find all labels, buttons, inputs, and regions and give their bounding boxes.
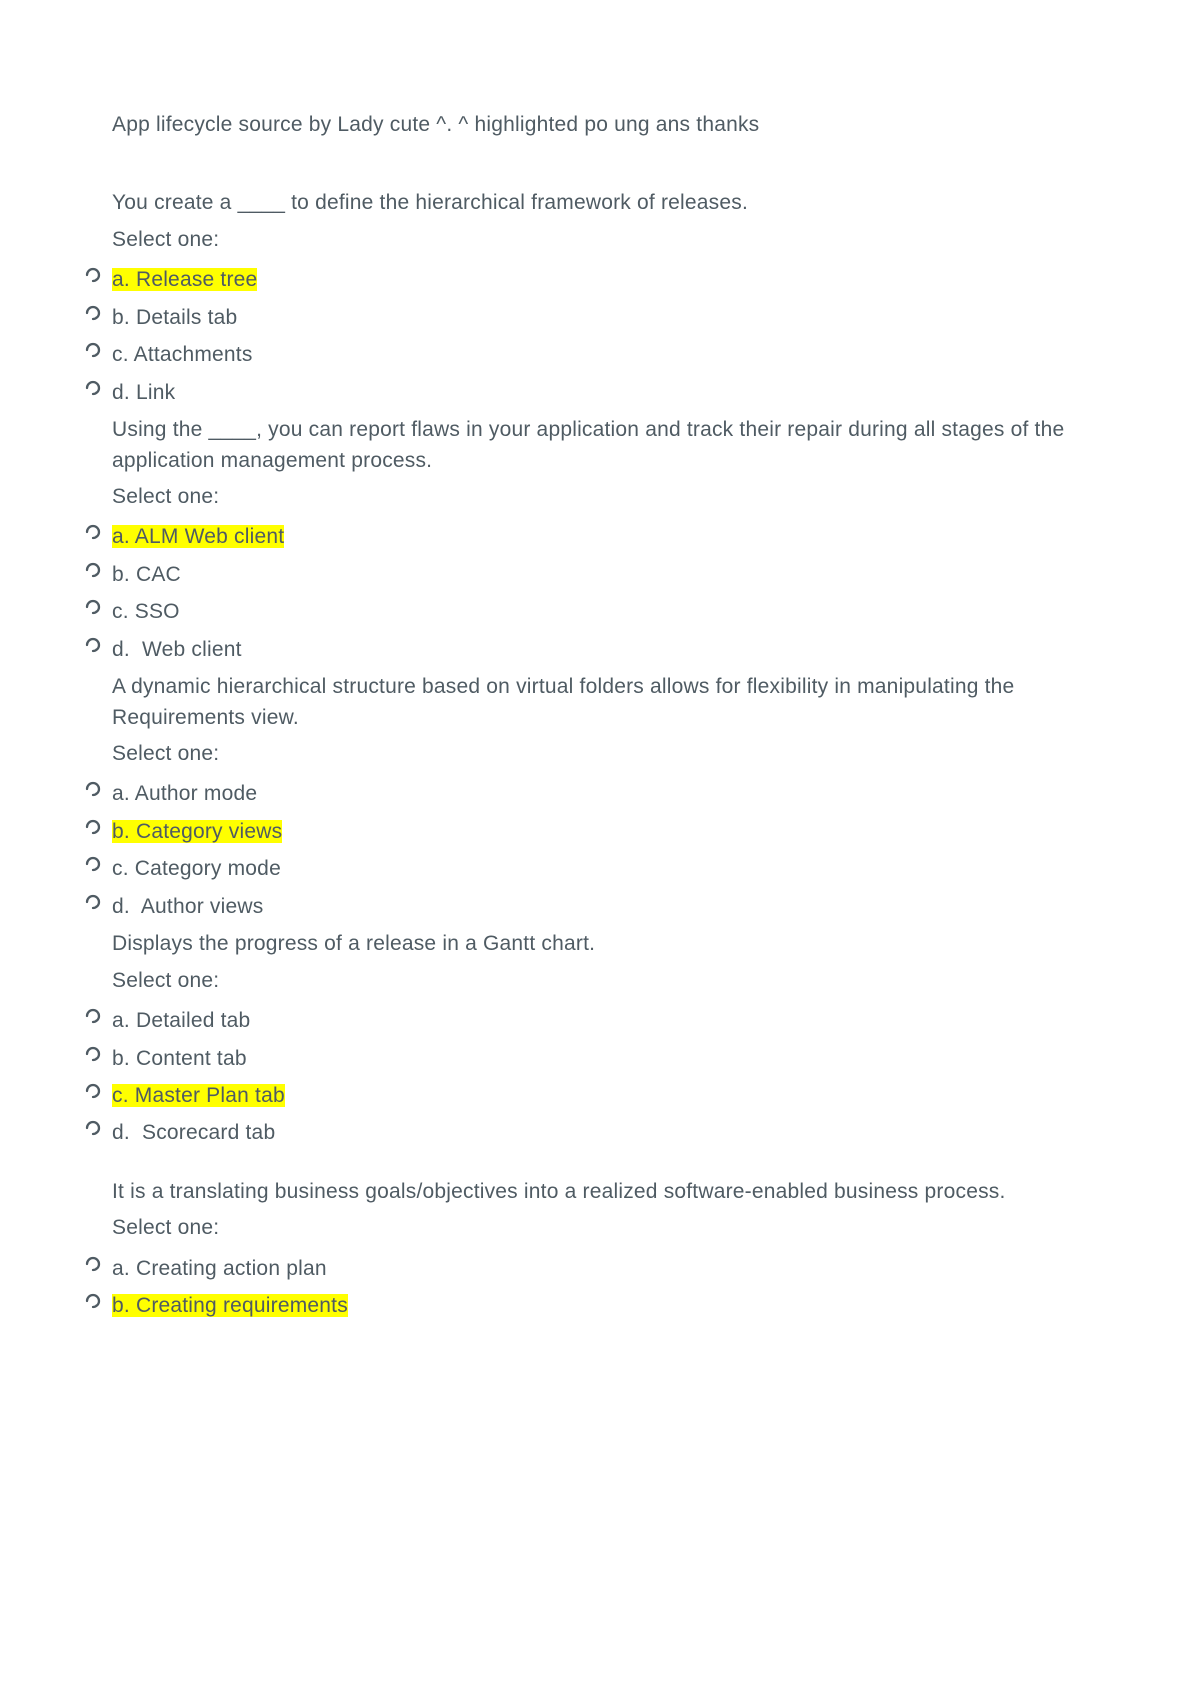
option-label: c. Category mode	[112, 854, 281, 884]
option-label: a. Creating action plan	[112, 1254, 327, 1284]
radio-icon	[85, 781, 101, 797]
radio-icon	[85, 894, 101, 910]
q4-option-d[interactable]: d. Scorecard tab	[85, 1118, 1100, 1148]
option-label: b. Creating requirements	[112, 1291, 348, 1321]
q2-option-c[interactable]: c. SSO	[85, 597, 1100, 627]
q5-option-b[interactable]: b. Creating requirements	[85, 1291, 1100, 1321]
document-title: App lifecycle source by Lady cute ^. ^ h…	[112, 110, 1100, 140]
q1-option-c[interactable]: c. Attachments	[85, 340, 1100, 370]
question-1-text: You create a ____ to define the hierarch…	[112, 188, 1100, 218]
select-one-label: Select one:	[112, 482, 1100, 512]
option-label: d. Author views	[112, 892, 263, 922]
q5-option-a[interactable]: a. Creating action plan	[85, 1254, 1100, 1284]
radio-icon	[85, 1008, 101, 1024]
radio-icon	[85, 1293, 101, 1309]
radio-icon	[85, 1256, 101, 1272]
q3-option-c[interactable]: c. Category mode	[85, 854, 1100, 884]
radio-icon	[85, 856, 101, 872]
q2-option-a[interactable]: a. ALM Web client	[85, 522, 1100, 552]
option-label: c. Attachments	[112, 340, 253, 370]
select-one-label: Select one:	[112, 225, 1100, 255]
q2-option-b[interactable]: b. CAC	[85, 560, 1100, 590]
radio-icon	[85, 1046, 101, 1062]
option-label: d. Scorecard tab	[112, 1118, 275, 1148]
select-one-label: Select one:	[112, 1213, 1100, 1243]
option-label: a. Detailed tab	[112, 1006, 250, 1036]
q4-option-c[interactable]: c. Master Plan tab	[85, 1081, 1100, 1111]
option-label: b. Category views	[112, 817, 282, 847]
radio-icon	[85, 342, 101, 358]
select-one-label: Select one:	[112, 966, 1100, 996]
question-2-text: Using the ____, you can report flaws in …	[112, 415, 1100, 476]
radio-icon	[85, 599, 101, 615]
option-label: a. Author mode	[112, 779, 257, 809]
q1-option-a[interactable]: a. Release tree	[85, 265, 1100, 295]
document-page: App lifecycle source by Lady cute ^. ^ h…	[0, 0, 1200, 1389]
option-label: b. Content tab	[112, 1044, 247, 1074]
option-label: a. ALM Web client	[112, 522, 284, 552]
radio-icon	[85, 819, 101, 835]
radio-icon	[85, 562, 101, 578]
select-one-label: Select one:	[112, 739, 1100, 769]
q3-option-a[interactable]: a. Author mode	[85, 779, 1100, 809]
option-label: c. Master Plan tab	[112, 1081, 285, 1111]
option-label: b. Details tab	[112, 303, 237, 333]
radio-icon	[85, 267, 101, 283]
radio-icon	[85, 380, 101, 396]
radio-icon	[85, 1083, 101, 1099]
option-label: d. Web client	[112, 635, 242, 665]
option-label: a. Release tree	[112, 265, 257, 295]
option-label: d. Link	[112, 378, 175, 408]
radio-icon	[85, 305, 101, 321]
q1-option-d[interactable]: d. Link	[85, 378, 1100, 408]
question-4-text: Displays the progress of a release in a …	[112, 929, 1100, 959]
q4-option-b[interactable]: b. Content tab	[85, 1044, 1100, 1074]
radio-icon	[85, 1120, 101, 1136]
option-label: c. SSO	[112, 597, 180, 627]
q3-option-b[interactable]: b. Category views	[85, 817, 1100, 847]
question-3-text: A dynamic hierarchical structure based o…	[112, 672, 1100, 733]
radio-icon	[85, 524, 101, 540]
q1-option-b[interactable]: b. Details tab	[85, 303, 1100, 333]
q3-option-d[interactable]: d. Author views	[85, 892, 1100, 922]
radio-icon	[85, 637, 101, 653]
question-5-text: It is a translating business goals/objec…	[112, 1177, 1100, 1207]
q2-option-d[interactable]: d. Web client	[85, 635, 1100, 665]
q4-option-a[interactable]: a. Detailed tab	[85, 1006, 1100, 1036]
option-label: b. CAC	[112, 560, 181, 590]
